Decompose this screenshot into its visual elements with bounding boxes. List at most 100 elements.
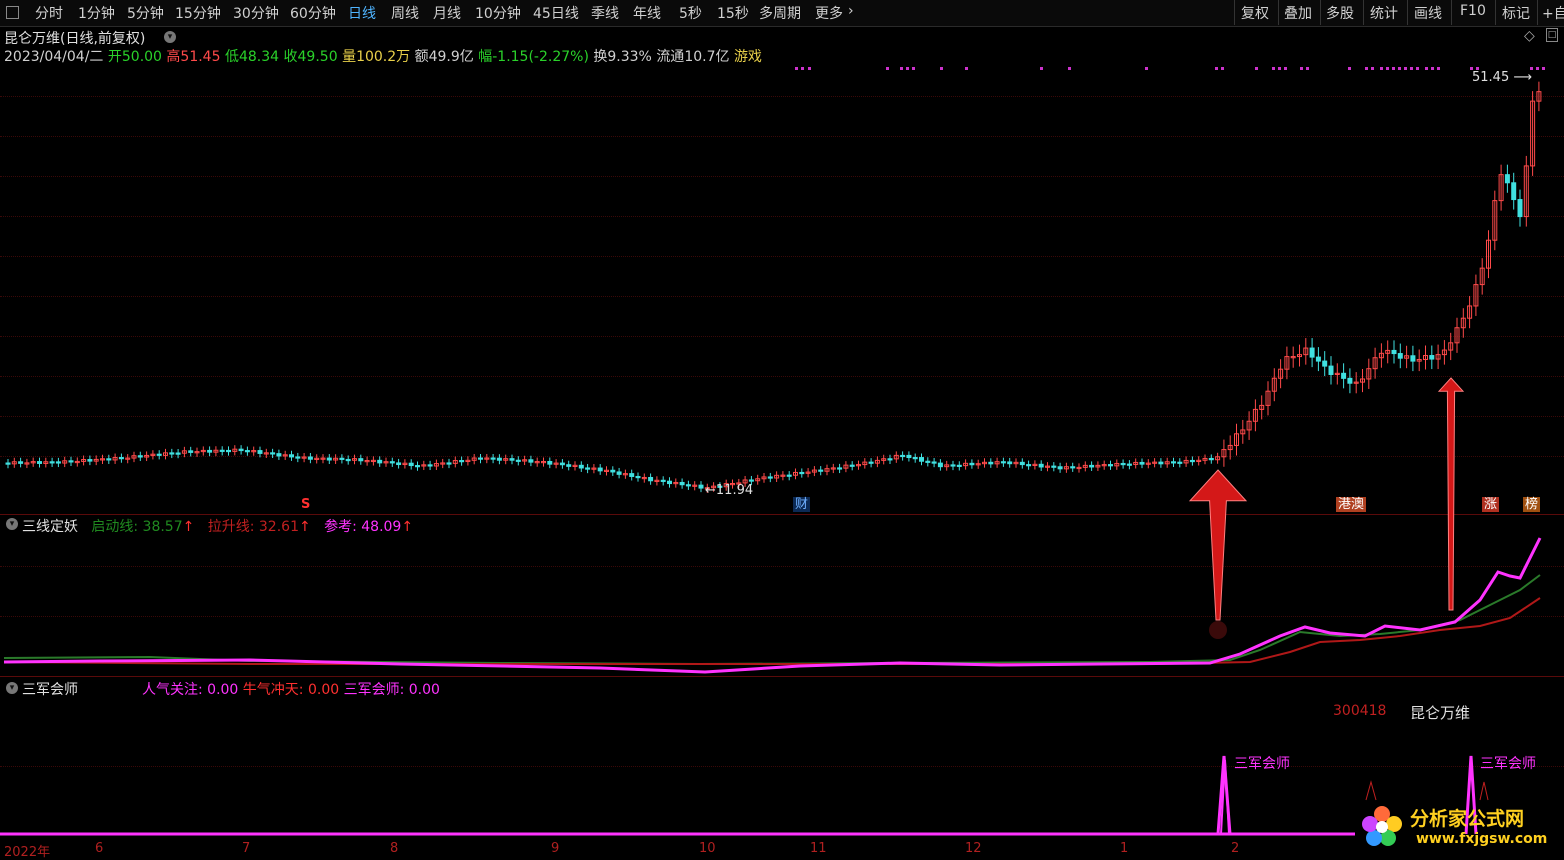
signal-dot <box>1145 67 1148 70</box>
marker-finance[interactable]: 财 <box>793 497 811 512</box>
candle-body <box>1504 174 1510 184</box>
flower-logo-icon <box>1360 804 1404 848</box>
start-line-label: 启动线: <box>91 519 139 535</box>
indicator2-legend: 人气关注: 0.00 牛气冲天: 0.00 三军会师: 0.00 <box>142 679 440 699</box>
signal-dot <box>1398 67 1401 70</box>
high-price-mark: 51.45 ⟶ <box>1472 70 1532 85</box>
candle-body <box>427 464 433 467</box>
candle-body <box>257 450 263 454</box>
signal-dot <box>1300 67 1303 70</box>
candle-body <box>207 449 213 453</box>
signal-dot <box>1306 67 1309 70</box>
lift-line <box>3 597 1541 665</box>
candle-body <box>1328 365 1334 375</box>
marker-rank[interactable]: 榜 <box>1523 497 1541 512</box>
x-axis-label: 1 <box>1120 841 1129 856</box>
candle-body <box>1341 372 1347 379</box>
signal-dot <box>1068 67 1071 70</box>
candle-body <box>925 460 931 463</box>
start-line-value: 38.57 <box>142 519 183 535</box>
signal-dot <box>1348 67 1351 70</box>
candle-body <box>1189 459 1195 463</box>
candle-body <box>490 457 496 460</box>
candle-body <box>339 457 345 460</box>
candle-body <box>919 457 924 462</box>
candle-body <box>377 459 383 464</box>
candle-body <box>849 464 855 467</box>
reference-line <box>3 537 1542 674</box>
marker-s[interactable]: S <box>299 497 312 512</box>
bull-label: 牛气冲天: <box>242 682 304 698</box>
candle-body <box>415 465 420 468</box>
candle-body <box>1070 466 1076 469</box>
chevron-down-icon[interactable]: ▾ <box>6 518 18 530</box>
candle-body <box>950 464 956 467</box>
candle-body <box>87 459 93 462</box>
candle-body <box>307 456 313 460</box>
candle-body <box>389 461 395 464</box>
x-axis-label: 2 <box>1231 841 1240 856</box>
reference-value: 48.09 <box>361 519 402 535</box>
candle-body <box>137 455 143 458</box>
buy-arrow-icon <box>1437 377 1465 611</box>
chevron-down-icon[interactable]: ▾ <box>6 682 18 694</box>
candle-body <box>610 469 616 473</box>
candle-body <box>635 475 641 479</box>
candle-body <box>1051 465 1057 468</box>
candle-body <box>1057 466 1063 470</box>
marker-hk-macau[interactable]: 港澳 <box>1336 497 1367 512</box>
army-value: 0.00 <box>408 682 440 698</box>
bull-value: 0.00 <box>307 682 340 698</box>
signal-dot <box>1380 67 1383 70</box>
candle-body <box>528 459 534 463</box>
signal-dot <box>1221 67 1224 70</box>
candle-body <box>1120 462 1126 466</box>
candle-body <box>1309 347 1315 358</box>
signal-dot <box>965 67 968 70</box>
candle-body <box>219 449 225 452</box>
candle-body <box>55 461 61 464</box>
candle-body <box>446 462 452 465</box>
signal-dot <box>1542 67 1545 70</box>
signal-label-1: 三军会师 <box>1234 756 1290 772</box>
candle-body <box>685 484 691 487</box>
candle-body <box>566 464 572 467</box>
candle-body <box>559 462 565 466</box>
candle-body <box>585 467 591 470</box>
candle-body <box>18 461 24 464</box>
candle-body <box>459 460 465 463</box>
candle-body <box>679 481 685 486</box>
reference-label: 参考: <box>324 519 357 535</box>
signal-dot <box>1431 67 1434 70</box>
x-axis-label: 9 <box>551 841 560 856</box>
candle-body <box>1139 461 1145 465</box>
candle-body <box>1019 461 1025 466</box>
kline-chart-canvas <box>0 67 1545 836</box>
signal-dot <box>1365 67 1368 70</box>
signal-spike <box>1479 781 1489 801</box>
candle-body <box>767 476 773 479</box>
signal-dot <box>1392 67 1395 70</box>
candle-body <box>1410 355 1416 362</box>
candle-body <box>1026 464 1032 467</box>
indicator2-name: 三军会师 <box>22 682 78 698</box>
signal-dot <box>1425 67 1428 70</box>
signal-dot <box>912 67 915 70</box>
stock-name: 昆仑万维 <box>1410 704 1471 722</box>
candle-body <box>68 460 74 463</box>
candle-body <box>900 454 906 458</box>
x-axis-label: 12 <box>965 841 982 856</box>
candle-body <box>837 467 843 470</box>
candle-body <box>912 457 918 460</box>
marker-limit-up[interactable]: 涨 <box>1482 497 1500 512</box>
candle-body <box>118 457 124 460</box>
candle-body <box>509 458 515 461</box>
army-label: 三军会师: <box>343 682 405 698</box>
candle-body <box>906 454 912 459</box>
candle-body <box>175 452 181 455</box>
candle-body <box>5 462 11 465</box>
signal-dot <box>1371 67 1374 70</box>
candle-body <box>1208 457 1214 461</box>
candle-body <box>496 457 502 461</box>
candle-body <box>1000 461 1006 464</box>
